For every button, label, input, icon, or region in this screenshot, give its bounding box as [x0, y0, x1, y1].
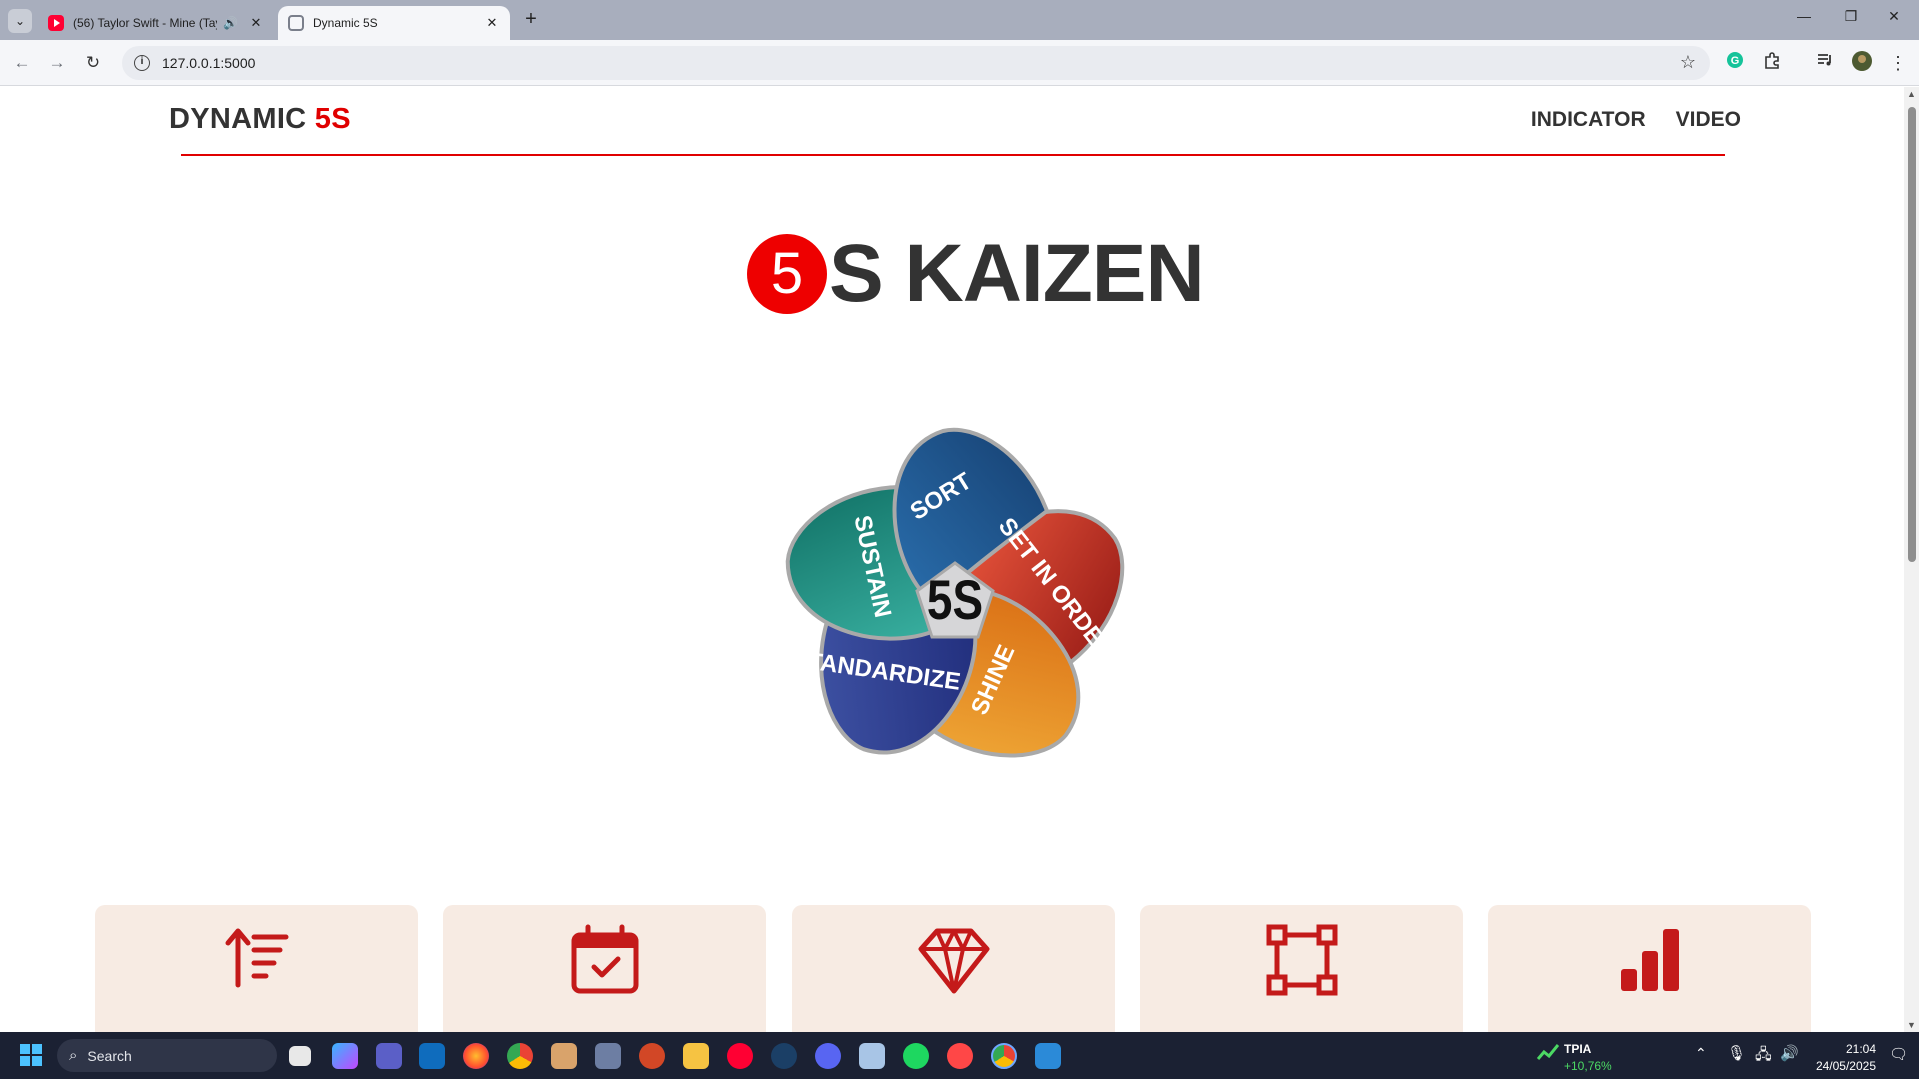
youtube-music-icon[interactable] [727, 1043, 753, 1069]
bookmark-star-icon[interactable]: ☆ [1680, 52, 1696, 73]
bar-chart-icon [1620, 929, 1679, 991]
diagram-center-label: 5S [927, 569, 983, 631]
feature-cards [95, 905, 1811, 1032]
building-app-icon[interactable] [595, 1043, 621, 1069]
minimize-icon[interactable]: — [1789, 8, 1819, 24]
logo-accent: 5S [314, 103, 351, 135]
youtube-icon [48, 15, 64, 31]
menu-kebab-icon[interactable]: ⋮ [1886, 51, 1910, 75]
scrollbar-thumb[interactable] [1908, 107, 1916, 562]
vscode-icon[interactable] [1035, 1043, 1061, 1069]
sort-ascending-icon [225, 928, 288, 988]
header-divider [181, 154, 1725, 156]
scroll-up-icon[interactable]: ▲ [1907, 89, 1916, 99]
tab-title: Dynamic 5S [313, 16, 378, 30]
scroll-down-icon[interactable]: ▼ [1907, 1020, 1916, 1030]
nav-link-indicator[interactable]: INDICATOR [1531, 108, 1646, 132]
media-control-icon[interactable] [1813, 51, 1837, 75]
network-icon[interactable]: 🖧 [1755, 1044, 1772, 1069]
browser-tab-bar: ⌄ (56) Taylor Swift - Mine (Tay 🔊 ✕ Dyna… [0, 0, 1919, 40]
feature-card-calendar[interactable] [443, 905, 766, 1032]
powerpoint-icon[interactable] [639, 1043, 665, 1069]
show-hidden-icons[interactable]: ⌃ [1695, 1045, 1707, 1062]
globe-icon [288, 15, 304, 31]
extensions-icon[interactable] [1760, 51, 1784, 75]
calendar-check-icon [571, 924, 638, 994]
task-view-icon[interactable] [289, 1046, 311, 1066]
nav-link-video[interactable]: VIDEO [1676, 108, 1741, 132]
feature-card-frame[interactable] [1140, 905, 1463, 1032]
site-info-icon[interactable]: i [134, 55, 150, 71]
search-placeholder: Search [87, 1047, 132, 1064]
top-navigation: INDICATOR VIDEO [1531, 108, 1741, 132]
feature-card-chart[interactable] [1488, 905, 1811, 1032]
clock-time[interactable]: 21:04 [1836, 1042, 1876, 1056]
url-text: 127.0.0.1:5000 [162, 55, 256, 71]
taskbar-search[interactable]: ⌕ Search [57, 1039, 277, 1072]
firefox-icon[interactable] [463, 1043, 489, 1069]
close-tab-icon[interactable]: ✕ [248, 15, 264, 31]
profile-avatar[interactable] [1850, 51, 1874, 75]
diamond-icon [918, 928, 989, 994]
grammarly-icon[interactable]: G [1723, 51, 1747, 75]
tab-title: (56) Taylor Swift - Mine (Tay [73, 16, 218, 30]
browser-toolbar: ← → ↻ i 127.0.0.1:5000 ☆ G ⋮ [0, 40, 1919, 86]
steam-icon[interactable] [771, 1043, 797, 1069]
five-s-diagram: 5S SORTSET IN ORDERSHINESTANDARDIZESUSTA… [785, 427, 1125, 758]
reload-icon[interactable]: ↻ [82, 52, 104, 74]
hero-badge: 5 [747, 234, 827, 314]
file-explorer-icon[interactable] [683, 1043, 709, 1069]
feature-card-sort[interactable] [95, 905, 418, 1032]
page-content: DYNAMIC 5S INDICATOR VIDEO 5 S KAIZEN 5S… [0, 87, 1919, 1032]
tab-dynamic-5s[interactable]: Dynamic 5S ✕ [278, 6, 510, 40]
tab-search-button[interactable]: ⌄ [8, 9, 32, 33]
notifications-icon[interactable]: 🗨 [1889, 1045, 1908, 1063]
restore-icon[interactable]: ❐ [1836, 8, 1866, 25]
hero-title: 5 S KAIZEN [747, 227, 1205, 321]
stock-symbol: TPIA [1564, 1042, 1592, 1056]
spotify-icon[interactable] [903, 1043, 929, 1069]
discord-icon[interactable] [815, 1043, 841, 1069]
search-icon: ⌕ [69, 1047, 78, 1064]
site-logo[interactable]: DYNAMIC 5S [169, 103, 351, 136]
cat-app-icon[interactable] [859, 1043, 885, 1069]
new-tab-button[interactable]: + [520, 8, 542, 30]
store-icon[interactable] [419, 1043, 445, 1069]
stock-chart-icon[interactable] [1536, 1043, 1560, 1063]
hero-title-text: S KAIZEN [829, 228, 1205, 319]
svg-text:G: G [1731, 55, 1740, 67]
back-icon[interactable]: ← [11, 52, 33, 74]
windows-start-icon[interactable] [20, 1044, 42, 1066]
microphone-icon[interactable]: 🎙 [1727, 1044, 1746, 1062]
frame-corners-icon [1266, 924, 1337, 996]
ea-app-icon[interactable] [947, 1043, 973, 1069]
volume-icon[interactable]: 🔊 [1780, 1044, 1799, 1062]
stock-change: +10,76% [1564, 1059, 1612, 1073]
speaker-icon[interactable]: 🔊 [223, 16, 238, 30]
address-bar[interactable]: i 127.0.0.1:5000 ☆ [122, 46, 1710, 80]
close-tab-icon[interactable]: ✕ [484, 15, 500, 31]
game-app-icon[interactable] [551, 1043, 577, 1069]
chrome-active-icon[interactable] [991, 1043, 1017, 1069]
windows-taskbar: ⌕ Search TPIA +10,76% ⌃ 🎙 🖧 🔊 21:04 24/0… [0, 1032, 1919, 1079]
tab-youtube[interactable]: (56) Taylor Swift - Mine (Tay 🔊 ✕ [38, 6, 274, 40]
feature-card-diamond[interactable] [792, 905, 1115, 1032]
chrome-icon[interactable] [507, 1043, 533, 1069]
copilot-icon[interactable] [332, 1043, 358, 1069]
logo-text: DYNAMIC [169, 103, 315, 135]
forward-icon[interactable]: → [46, 52, 68, 74]
close-window-icon[interactable]: ✕ [1879, 8, 1909, 25]
page-scrollbar[interactable]: ▲ ▼ [1904, 87, 1919, 1032]
clock-date[interactable]: 24/05/2025 [1813, 1059, 1876, 1073]
teams-icon[interactable] [376, 1043, 402, 1069]
